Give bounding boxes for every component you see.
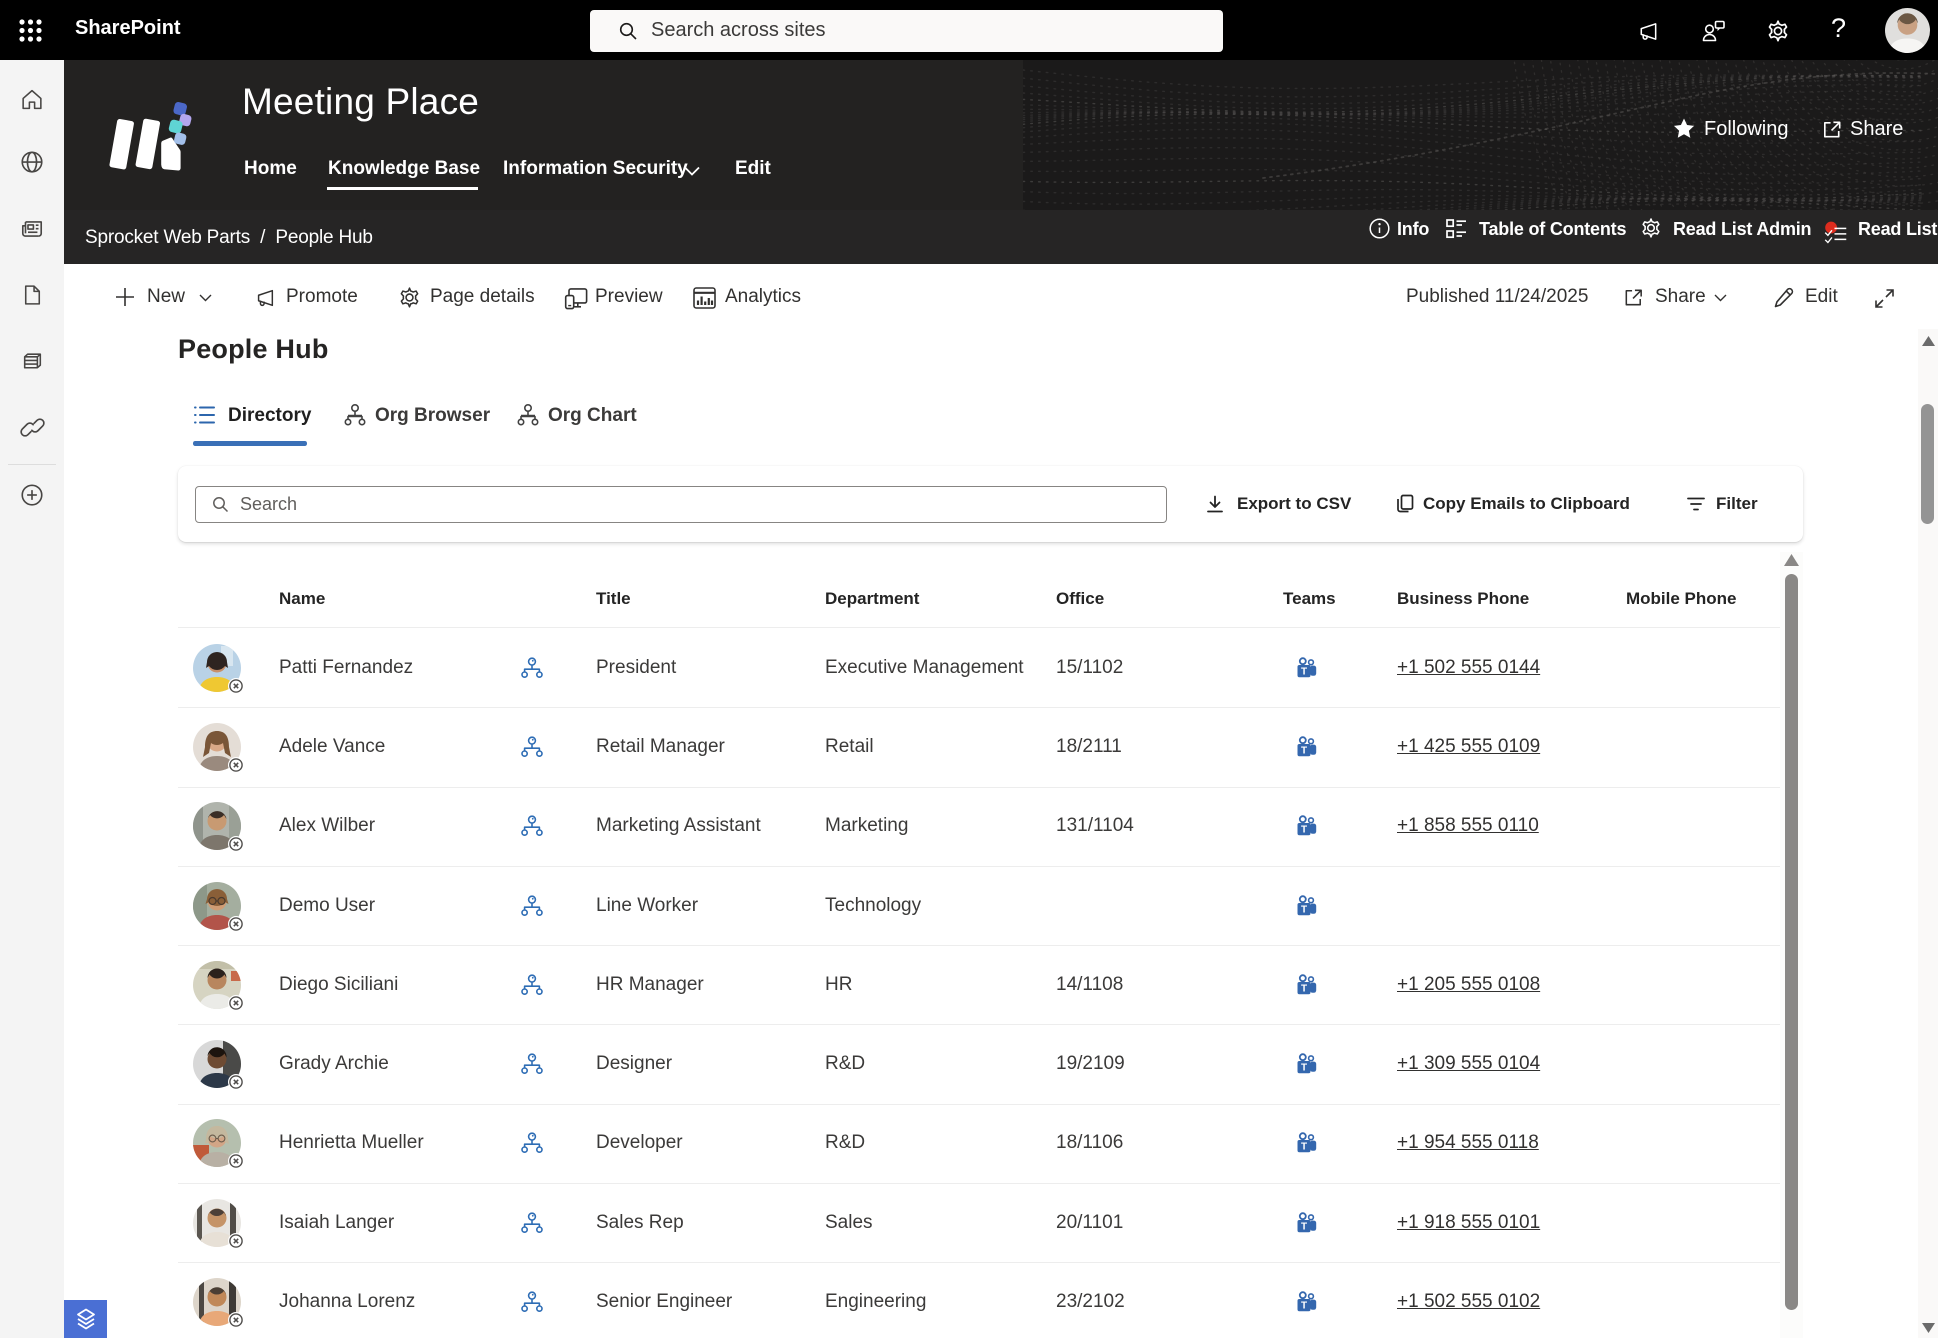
svg-text:T: T: [1301, 1063, 1307, 1074]
svg-text:T: T: [1301, 1142, 1307, 1153]
svg-text:T: T: [1301, 746, 1307, 757]
svg-text:T: T: [1301, 825, 1307, 836]
svg-text:T: T: [1301, 1222, 1307, 1233]
svg-text:T: T: [1301, 1301, 1307, 1312]
svg-text:T: T: [1301, 667, 1307, 678]
svg-text:T: T: [1301, 984, 1307, 995]
svg-text:T: T: [1301, 905, 1307, 916]
